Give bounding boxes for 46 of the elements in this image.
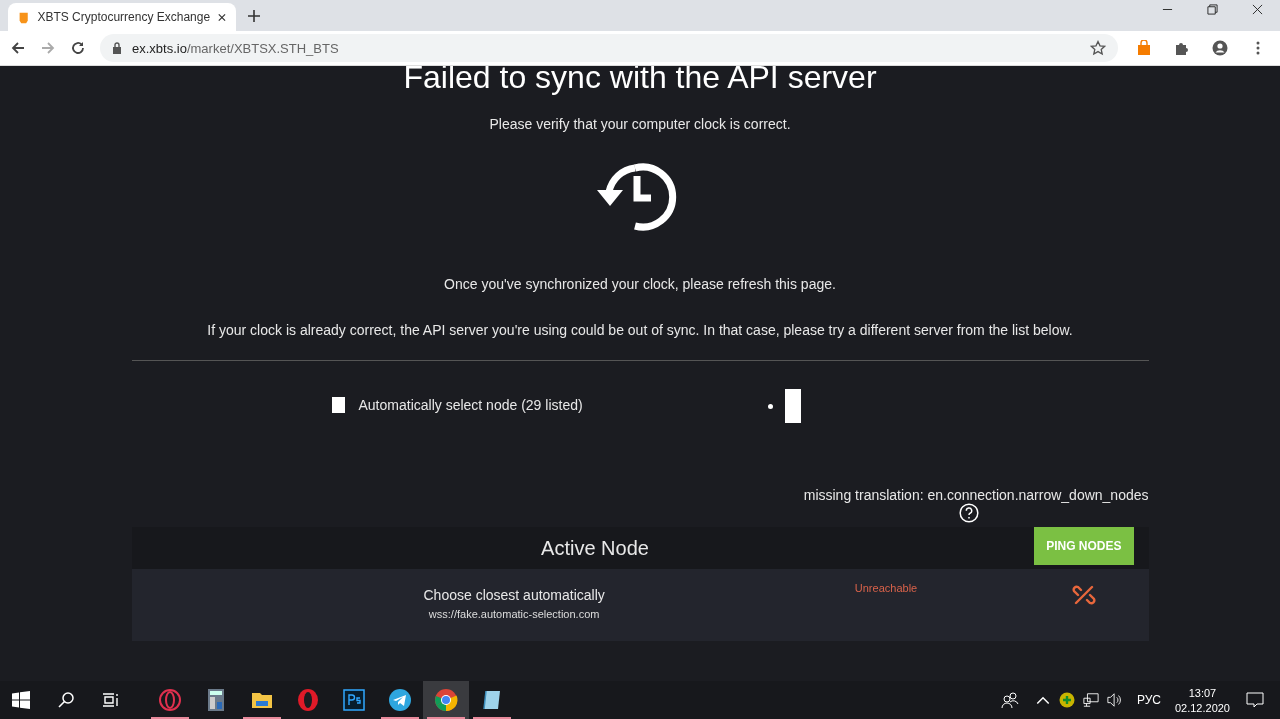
- start-icon[interactable]: [12, 691, 30, 709]
- notification-icon[interactable]: [1246, 691, 1264, 709]
- people-icon[interactable]: [1000, 691, 1019, 709]
- back-icon[interactable]: [10, 40, 26, 56]
- taskbar-app[interactable]: [423, 681, 469, 719]
- task-view-icon[interactable]: [102, 691, 120, 709]
- language-indicator[interactable]: РУС: [1136, 693, 1161, 707]
- puzzle-icon[interactable]: [1174, 40, 1190, 56]
- broken-link-icon[interactable]: [1072, 583, 1097, 607]
- checkbox-label: Automatically select node (29 listed): [358, 397, 583, 413]
- close-icon[interactable]: [1252, 4, 1263, 15]
- star-icon[interactable]: [1090, 40, 1106, 56]
- plus-circle-icon[interactable]: [1058, 692, 1075, 708]
- node-status: Unreachable: [854, 582, 918, 594]
- refresh-message: Once you've synchronized your clock, please refresh this page.: [444, 276, 836, 292]
- browser-tab[interactable]: XBTS Cryptocurrency Exchange: [8, 3, 236, 31]
- server-hint: If your clock is already correct, the API server you're using could be out of sync. In that case, please try a different server from the list below.: [207, 322, 1073, 338]
- clock-date[interactable]: 02.12.2020: [1174, 701, 1230, 714]
- profile-icon[interactable]: [1212, 40, 1228, 56]
- opera-icon: [296, 688, 320, 712]
- toggle-control[interactable]: [784, 389, 801, 423]
- opera-gx-icon: [158, 688, 182, 712]
- url-text: ex.xbts.io/market/XBTSX.STH_BTS: [132, 40, 339, 56]
- node-url: wss://fake.automatic-selection.com: [428, 608, 600, 620]
- help-icon[interactable]: [958, 503, 979, 523]
- search-icon[interactable]: [57, 691, 75, 709]
- volume-icon[interactable]: [1106, 692, 1123, 708]
- verify-message: Please verify that your computer clock is correct.: [489, 116, 791, 132]
- dot-icon: [767, 403, 773, 409]
- node-name: Choose closest automatically: [423, 587, 605, 603]
- chrome-icon: [434, 688, 458, 712]
- telegram-icon: [388, 688, 412, 712]
- address-bar[interactable]: ex.xbts.io/market/XBTSX.STH_BTS: [100, 34, 1118, 62]
- restore-icon[interactable]: [1207, 4, 1218, 15]
- ps-logo-icon: [342, 688, 366, 712]
- network-icon[interactable]: [1082, 692, 1099, 708]
- new-tab-icon[interactable]: [248, 10, 260, 22]
- checkbox[interactable]: [331, 397, 345, 413]
- active-node-title: Active Node: [541, 536, 649, 560]
- node-row[interactable]: Choose closest automatically wss://fake.automatic-selection.com Unreachable: [131, 569, 1149, 641]
- missing-translation-text: missing translation: en.connection.narrow_down_nodes: [803, 487, 1149, 503]
- lock-icon: [112, 42, 122, 54]
- shopping-bag-icon[interactable]: [1136, 40, 1152, 56]
- close-tab-icon[interactable]: [218, 12, 226, 22]
- reload-icon[interactable]: [70, 40, 86, 56]
- clock-time[interactable]: 13:07: [1188, 686, 1217, 699]
